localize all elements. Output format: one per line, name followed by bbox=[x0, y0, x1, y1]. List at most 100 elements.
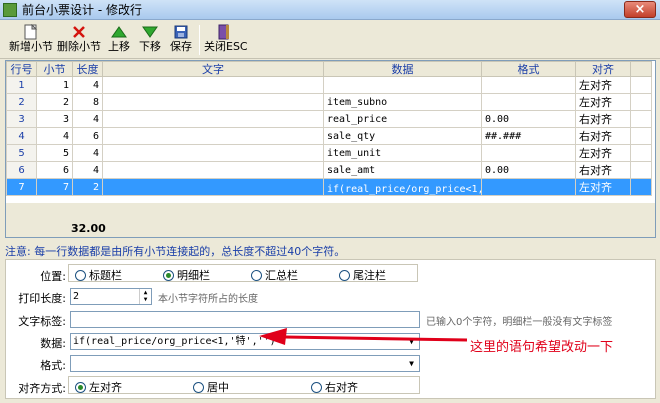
cell-text[interactable] bbox=[102, 110, 324, 128]
table-row[interactable]: 3 3 4 real_price 0.00 右对齐 bbox=[6, 110, 652, 128]
cell-text[interactable] bbox=[102, 161, 324, 179]
cell-data[interactable]: item_unit bbox=[323, 144, 482, 162]
print-length-stepper[interactable]: 2 ▲ ▼ bbox=[70, 288, 152, 305]
lines-grid[interactable]: 行号 小节 长度 文字 数据 格式 对齐 1 1 4 左对齐 2 2 8 ite… bbox=[5, 60, 656, 238]
cell-data[interactable]: item_subno bbox=[323, 93, 482, 111]
cell-length[interactable]: 4 bbox=[72, 161, 103, 179]
table-row[interactable]: 1 1 4 左对齐 bbox=[6, 76, 652, 94]
cell-format[interactable]: 0.00 bbox=[481, 161, 576, 179]
cell-text[interactable] bbox=[102, 93, 324, 111]
position-radio-footer[interactable]: 尾注栏 bbox=[339, 267, 386, 283]
app-icon bbox=[3, 3, 17, 17]
cell-align[interactable]: 左对齐 bbox=[575, 76, 631, 94]
delete-icon bbox=[56, 23, 102, 40]
table-row[interactable]: 5 5 4 item_unit 左对齐 bbox=[6, 144, 652, 162]
cell-length[interactable]: 6 bbox=[72, 127, 103, 145]
data-label: 数据: bbox=[40, 337, 66, 350]
grid-header-row: 行号 小节 长度 文字 数据 格式 对齐 bbox=[6, 61, 652, 77]
cell-length[interactable]: 2 bbox=[72, 178, 103, 196]
notice-text: 注意: 每一行数据都是由所有小节连接起的，总长度不超过40个字符。 bbox=[5, 245, 346, 258]
cell-section[interactable]: 5 bbox=[36, 144, 73, 162]
cell-format[interactable]: ##.### bbox=[481, 127, 576, 145]
radio-indicator bbox=[75, 381, 86, 393]
table-row-selected[interactable]: 7 7 2 if(real_price/org_price<1,'特', 左对齐 bbox=[6, 178, 652, 196]
move-up-button[interactable]: 上移 bbox=[106, 23, 132, 57]
title-bar: 前台小票设计 - 修改行 × bbox=[0, 0, 660, 20]
cell-section[interactable]: 6 bbox=[36, 161, 73, 179]
cell-text[interactable] bbox=[102, 127, 324, 145]
format-select[interactable]: ▼ bbox=[70, 355, 420, 372]
cell-row-no[interactable]: 5 bbox=[6, 144, 37, 162]
align-radio-center[interactable]: 居中 bbox=[193, 379, 229, 395]
cell-align[interactable]: 左对齐 bbox=[575, 178, 631, 196]
cell-row-no[interactable]: 4 bbox=[6, 127, 37, 145]
cell-row-no[interactable]: 6 bbox=[6, 161, 37, 179]
col-header-filler bbox=[630, 61, 652, 77]
col-header-align[interactable]: 对齐 bbox=[575, 61, 631, 77]
grid-empty-area bbox=[6, 203, 655, 221]
align-radio-left[interactable]: 左对齐 bbox=[75, 379, 122, 395]
cell-text[interactable] bbox=[102, 178, 324, 196]
cell-data[interactable]: sale_amt bbox=[323, 161, 482, 179]
close-esc-button[interactable]: 关闭ESC bbox=[204, 23, 248, 57]
toolbar-separator bbox=[199, 25, 200, 55]
cell-format[interactable] bbox=[481, 144, 576, 162]
cell-align[interactable]: 右对齐 bbox=[575, 127, 631, 145]
cell-row-no[interactable]: 2 bbox=[6, 93, 37, 111]
cell-format[interactable]: 0.00 bbox=[481, 110, 576, 128]
cell-section[interactable]: 7 bbox=[36, 178, 73, 196]
cell-length[interactable]: 8 bbox=[72, 93, 103, 111]
cell-text[interactable] bbox=[102, 144, 324, 162]
stepper-arrows-icon[interactable]: ▲ ▼ bbox=[139, 289, 151, 304]
cell-data[interactable]: if(real_price/org_price<1,'特', bbox=[323, 178, 482, 196]
position-radio-summary[interactable]: 汇总栏 bbox=[251, 267, 298, 283]
cell-format[interactable] bbox=[481, 178, 576, 196]
radio-indicator bbox=[251, 269, 262, 281]
cell-row-no[interactable]: 1 bbox=[6, 76, 37, 94]
close-window-button[interactable]: × bbox=[624, 1, 656, 18]
cell-section[interactable]: 3 bbox=[36, 110, 73, 128]
cell-data[interactable]: real_price bbox=[323, 110, 482, 128]
col-header-format[interactable]: 格式 bbox=[481, 61, 576, 77]
cell-length[interactable]: 4 bbox=[72, 144, 103, 162]
position-radio-title[interactable]: 标题栏 bbox=[75, 267, 122, 283]
col-header-row-no[interactable]: 行号 bbox=[6, 61, 37, 77]
align-radio-right[interactable]: 右对齐 bbox=[311, 379, 358, 395]
cell-align[interactable]: 右对齐 bbox=[575, 110, 631, 128]
cell-data[interactable]: sale_qty bbox=[323, 127, 482, 145]
cell-section[interactable]: 1 bbox=[36, 76, 73, 94]
cell-section[interactable]: 2 bbox=[36, 93, 73, 111]
col-header-length[interactable]: 长度 bbox=[72, 61, 103, 77]
cell-align[interactable]: 左对齐 bbox=[575, 93, 631, 111]
cell-filler bbox=[630, 161, 652, 179]
cell-row-no[interactable]: 7 bbox=[6, 178, 37, 196]
cell-length[interactable]: 4 bbox=[72, 110, 103, 128]
add-section-button[interactable]: 新增小节 bbox=[8, 23, 54, 57]
toolbar: 新增小节 删除小节 上移 下移 保存 关闭ESC bbox=[0, 21, 660, 59]
col-header-section[interactable]: 小节 bbox=[36, 61, 73, 77]
col-header-text[interactable]: 文字 bbox=[102, 61, 324, 77]
save-button[interactable]: 保存 bbox=[168, 23, 194, 57]
cell-section[interactable]: 4 bbox=[36, 127, 73, 145]
table-row[interactable]: 2 2 8 item_subno 左对齐 bbox=[6, 93, 652, 111]
table-row[interactable]: 4 4 6 sale_qty ##.### 右对齐 bbox=[6, 127, 652, 145]
cell-format[interactable] bbox=[481, 93, 576, 111]
cell-format[interactable] bbox=[481, 76, 576, 94]
col-header-data[interactable]: 数据 bbox=[323, 61, 482, 77]
move-down-button[interactable]: 下移 bbox=[137, 23, 163, 57]
cell-filler bbox=[630, 93, 652, 111]
cell-align[interactable]: 右对齐 bbox=[575, 161, 631, 179]
position-radio-detail[interactable]: 明细栏 bbox=[163, 267, 210, 283]
arrow-down-icon bbox=[137, 23, 163, 40]
cell-row-no[interactable]: 3 bbox=[6, 110, 37, 128]
cell-length[interactable]: 4 bbox=[72, 76, 103, 94]
delete-section-button[interactable]: 删除小节 bbox=[56, 23, 102, 57]
chevron-down-icon[interactable]: ▼ bbox=[405, 357, 418, 370]
cell-text[interactable] bbox=[102, 76, 324, 94]
table-row[interactable]: 6 6 4 sale_amt 0.00 右对齐 bbox=[6, 161, 652, 179]
total-length: 32.00 bbox=[71, 222, 106, 235]
new-section-icon bbox=[8, 23, 54, 40]
cell-align[interactable]: 左对齐 bbox=[575, 144, 631, 162]
align-label: 对齐方式: bbox=[18, 382, 66, 395]
cell-data[interactable] bbox=[323, 76, 482, 94]
